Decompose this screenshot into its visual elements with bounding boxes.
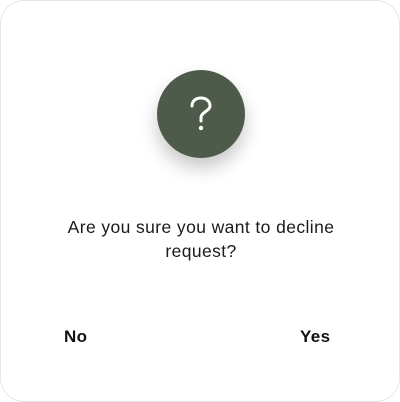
dialog-message: Are you sure you want to decline request… [67,217,335,261]
yes-button[interactable]: Yes [300,324,331,350]
no-button[interactable]: No [64,324,87,350]
confirm-dialog: Are you sure you want to decline request… [0,0,400,402]
question-mark-icon [157,70,245,158]
